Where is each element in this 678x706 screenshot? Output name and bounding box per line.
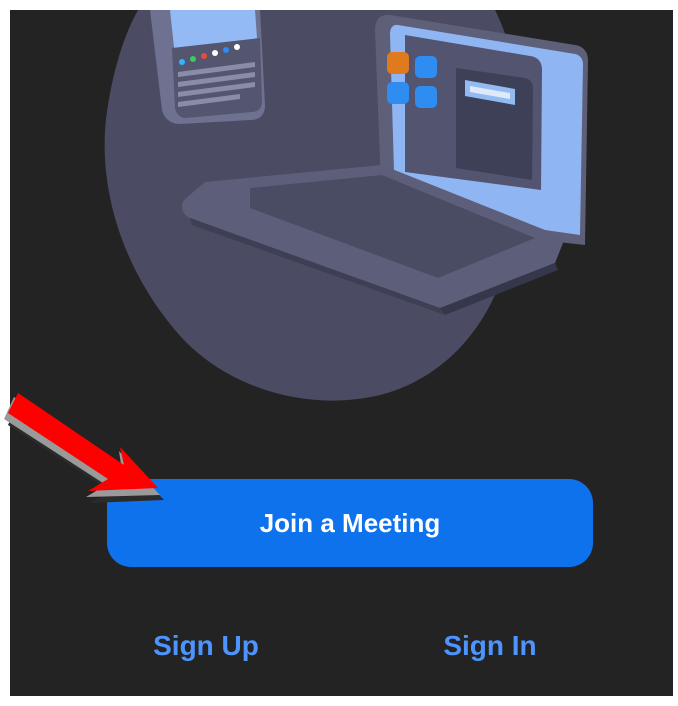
laptop-illustration <box>104 10 588 401</box>
sign-in-button[interactable]: Sign In <box>435 626 545 666</box>
sign-up-button[interactable]: Sign Up <box>140 626 272 666</box>
app-screen: Join a Meeting Sign Up Sign In <box>10 10 673 696</box>
phone-card-graphic <box>150 10 265 124</box>
red-pointer-arrow-icon <box>4 393 164 503</box>
